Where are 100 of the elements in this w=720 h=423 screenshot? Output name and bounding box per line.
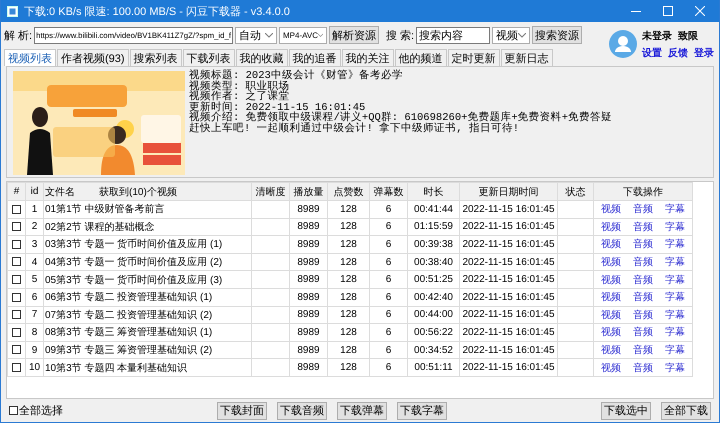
table-cell: 8989 [290, 218, 328, 236]
download-link[interactable]: 字幕 [665, 220, 685, 234]
column-header: 状态 [558, 182, 594, 200]
tab[interactable]: 下载列表 [182, 49, 235, 66]
table-cell: 1 [26, 200, 44, 218]
column-header: 弹幕数 [370, 182, 408, 200]
download-link[interactable]: 字幕 [665, 325, 685, 340]
download-link[interactable]: 视频 [601, 237, 621, 252]
table-cell: 7 [26, 306, 44, 324]
caret-icon[interactable] [518, 32, 526, 38]
table-cell: 6 [370, 236, 408, 254]
table-cell: 8989 [290, 270, 328, 288]
table-cell: 6 [370, 200, 408, 218]
caret-icon[interactable] [265, 32, 273, 38]
download-button[interactable]: 全部下载 [661, 402, 711, 420]
user-link[interactable]: 反馈 [668, 46, 688, 60]
column-header: 文件名 [45, 186, 75, 198]
download-link[interactable]: 视频 [601, 220, 621, 234]
column-header: 点赞数 [328, 182, 370, 200]
search-field[interactable]: 搜索内容 [416, 26, 490, 44]
tab[interactable]: 定时更新 [448, 49, 500, 66]
tab[interactable]: 搜索列表 [130, 49, 182, 66]
row-checkbox[interactable] [12, 222, 21, 232]
select-all-checkbox[interactable]: 全部选择 [9, 403, 63, 418]
download-button[interactable]: 下载音频 [277, 402, 327, 420]
table-cell: 00:34:52 [408, 341, 460, 359]
search-button[interactable]: 搜索资源 [532, 26, 582, 44]
download-link[interactable]: 字幕 [665, 290, 685, 304]
tab[interactable]: 我的收藏 [236, 49, 288, 66]
download-button[interactable]: 下载封面 [217, 402, 267, 420]
download-link[interactable]: 音频 [633, 343, 653, 358]
download-link[interactable]: 视频 [601, 290, 621, 304]
table-cell: 06第3节 专题二 投资管理基础知识 (1) [44, 288, 252, 306]
download-link[interactable]: 字幕 [665, 202, 685, 216]
info-line: 视频介绍: 免费领取中级课程/讲义+QQ群: 610698260+免费题库+免费资料+免费答疑 [189, 113, 612, 124]
tab[interactable]: 作者视频(93) [57, 49, 129, 66]
table-cell: 00:41:44 [408, 200, 460, 218]
tab[interactable]: 视频列表 [4, 49, 56, 66]
download-link[interactable]: 字幕 [665, 255, 685, 270]
parse-button[interactable]: 解析资源 [329, 26, 379, 44]
maximize-icon[interactable] [663, 6, 673, 16]
download-link[interactable]: 字幕 [665, 343, 685, 358]
user-link[interactable]: 登录 [694, 46, 714, 60]
column-header: 更新日期时间 [460, 182, 558, 200]
tab[interactable]: 他的频道 [394, 49, 447, 66]
tab[interactable]: 我的关注 [342, 49, 394, 66]
table-cell: 128 [328, 306, 370, 324]
download-link[interactable]: 音频 [633, 290, 653, 304]
table-cell: 3 [26, 236, 44, 254]
tab[interactable]: 我的追番 [288, 49, 341, 66]
table-cell: 6 [370, 218, 408, 236]
table-cell: 8989 [290, 341, 328, 359]
quality-dropdown[interactable]: 自动 [235, 26, 277, 44]
download-button[interactable]: 下载字幕 [397, 402, 447, 420]
download-link[interactable]: 音频 [633, 202, 653, 216]
download-link[interactable]: 音频 [633, 308, 653, 322]
row-checkbox[interactable] [12, 363, 21, 372]
row-checkbox[interactable] [12, 328, 21, 337]
download-link[interactable]: 视频 [601, 272, 621, 287]
download-link[interactable]: 字幕 [665, 308, 685, 322]
table-cell: 09第3节 专题三 筹资管理基础知识 (2) [44, 341, 252, 359]
caret-icon[interactable] [318, 32, 323, 38]
download-link[interactable]: 字幕 [665, 272, 685, 287]
codec-dropdown[interactable]: MP4-AVC [279, 26, 327, 44]
tab[interactable]: 更新日志 [500, 49, 553, 66]
download-link[interactable]: 音频 [633, 325, 653, 340]
download-link[interactable]: 音频 [633, 272, 653, 287]
download-link[interactable]: 字幕 [665, 237, 685, 252]
search-type-dropdown[interactable]: 视频 [492, 26, 530, 44]
close-icon[interactable] [695, 6, 705, 16]
download-link[interactable]: 视频 [601, 360, 621, 375]
row-checkbox[interactable] [12, 240, 21, 249]
download-link[interactable]: 字幕 [665, 360, 685, 375]
download-link[interactable]: 视频 [601, 325, 621, 340]
video-count: 获取到(10)个视频 [99, 186, 177, 198]
download-link[interactable]: 视频 [601, 343, 621, 358]
row-checkbox[interactable] [12, 292, 21, 302]
download-button[interactable]: 下载选中 [601, 402, 651, 420]
download-link[interactable]: 音频 [633, 220, 653, 234]
table-cell: 08第3节 专题三 筹资管理基础知识 (1) [44, 324, 252, 342]
download-link[interactable]: 音频 [633, 237, 653, 252]
table-cell: 4 [26, 253, 44, 271]
row-checkbox[interactable] [12, 204, 21, 214]
download-button[interactable]: 下载弹幕 [337, 402, 387, 420]
table-cell: 2022-11-15 16:01:45 [460, 270, 558, 288]
table-cell: 9 [26, 341, 44, 359]
row-checkbox[interactable] [12, 310, 21, 320]
row-checkbox[interactable] [12, 345, 21, 354]
table-cell: 6 [370, 358, 408, 376]
download-link[interactable]: 视频 [601, 202, 621, 216]
user-link[interactable]: 设置 [642, 46, 662, 60]
download-link[interactable]: 视频 [601, 255, 621, 270]
row-checkbox[interactable] [12, 257, 21, 266]
avatar-icon[interactable] [609, 30, 637, 58]
download-link[interactable]: 视频 [601, 308, 621, 322]
table-cell: 128 [328, 200, 370, 218]
row-checkbox[interactable] [12, 275, 21, 284]
download-link[interactable]: 音频 [633, 360, 653, 375]
table-cell: 00:44:00 [408, 306, 460, 324]
download-link[interactable]: 音频 [633, 255, 653, 270]
